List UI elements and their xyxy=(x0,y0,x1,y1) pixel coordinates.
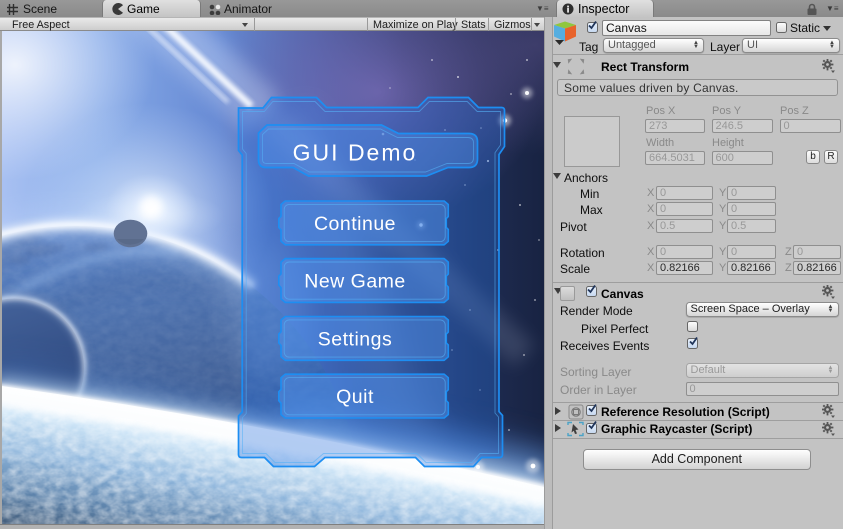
svg-text:Settings: Settings xyxy=(318,328,392,350)
svg-text:Continue: Continue xyxy=(314,213,396,235)
svg-text:Quit: Quit xyxy=(336,386,374,408)
svg-text:New Game: New Game xyxy=(304,270,406,292)
svg-text:GUI Demo: GUI Demo xyxy=(293,140,418,166)
